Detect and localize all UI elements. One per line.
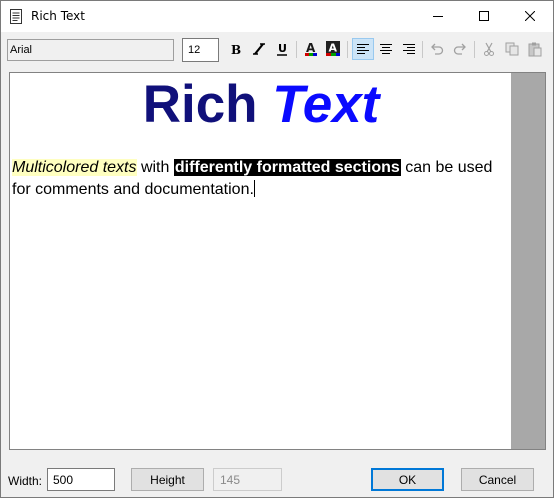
minimize-icon [433, 16, 443, 17]
font-size-input[interactable]: 12 [182, 38, 219, 62]
underline-button[interactable]: U [272, 39, 292, 59]
ok-button[interactable]: OK [371, 468, 444, 491]
title-bar: Rich Text [1, 1, 553, 32]
cut-icon [484, 42, 494, 56]
width-input[interactable]: 500 [47, 468, 115, 491]
align-right-button[interactable] [399, 39, 419, 59]
copy-button[interactable] [502, 39, 522, 59]
toolbar-separator [474, 41, 475, 58]
undo-button[interactable] [427, 39, 447, 59]
align-right-icon [403, 44, 415, 54]
rich-text-dialog: Rich Text Arial 12 B U A A Rich Text Mul… [0, 0, 554, 498]
svg-text:A: A [329, 42, 338, 55]
vertical-scrollbar[interactable] [511, 73, 545, 449]
text-segment-plain: with [136, 159, 174, 176]
rich-text-editor[interactable]: Rich Text Multicolored texts with differ… [9, 72, 546, 450]
minimize-button[interactable] [415, 1, 461, 31]
height-input[interactable]: 145 [213, 468, 282, 491]
close-button[interactable] [507, 1, 553, 31]
text-segment-inverted-bold: differently formatted sections [173, 159, 401, 176]
text-color-icon: A [305, 41, 317, 56]
align-left-icon [357, 44, 369, 54]
svg-text:A: A [306, 41, 316, 55]
svg-text:U: U [278, 42, 287, 55]
body-paragraph: Multicolored texts with differently form… [12, 157, 512, 201]
text-segment-highlighted: Multicolored texts [12, 159, 137, 176]
font-name-combo[interactable]: Arial [7, 39, 174, 61]
copy-icon [505, 42, 519, 56]
svg-text:B: B [231, 43, 241, 56]
headline-part2: Text [272, 75, 380, 134]
background-color-button[interactable]: A [323, 39, 343, 59]
redo-button[interactable] [450, 39, 470, 59]
bold-icon: B [231, 43, 241, 56]
italic-button[interactable] [249, 39, 269, 59]
height-button[interactable]: Height [131, 468, 204, 491]
close-icon [525, 11, 535, 21]
window-title: Rich Text [31, 9, 85, 23]
redo-icon [453, 43, 466, 55]
paste-button[interactable] [525, 39, 545, 59]
background-color-icon: A [326, 41, 340, 56]
align-left-button[interactable] [352, 38, 374, 60]
bold-button[interactable]: B [225, 39, 245, 59]
align-center-icon [380, 44, 392, 54]
toolbar-separator [296, 41, 297, 58]
paste-icon [528, 42, 542, 56]
cut-button[interactable] [479, 39, 499, 59]
width-label: Width: [8, 474, 43, 488]
align-center-button[interactable] [376, 39, 396, 59]
document-icon [10, 9, 22, 24]
underline-icon: U [277, 42, 287, 56]
italic-icon [253, 43, 265, 55]
undo-icon [431, 43, 444, 55]
maximize-button[interactable] [461, 1, 507, 31]
text-color-button[interactable]: A [301, 39, 321, 59]
headline: Rich Text [10, 75, 512, 135]
headline-part1: Rich [142, 75, 273, 134]
maximize-icon [479, 11, 489, 21]
cancel-button[interactable]: Cancel [461, 468, 534, 491]
toolbar-separator [347, 41, 348, 58]
toolbar-separator [422, 41, 423, 58]
formatting-toolbar: Arial 12 B U A A [1, 32, 553, 66]
text-caret [253, 180, 255, 197]
